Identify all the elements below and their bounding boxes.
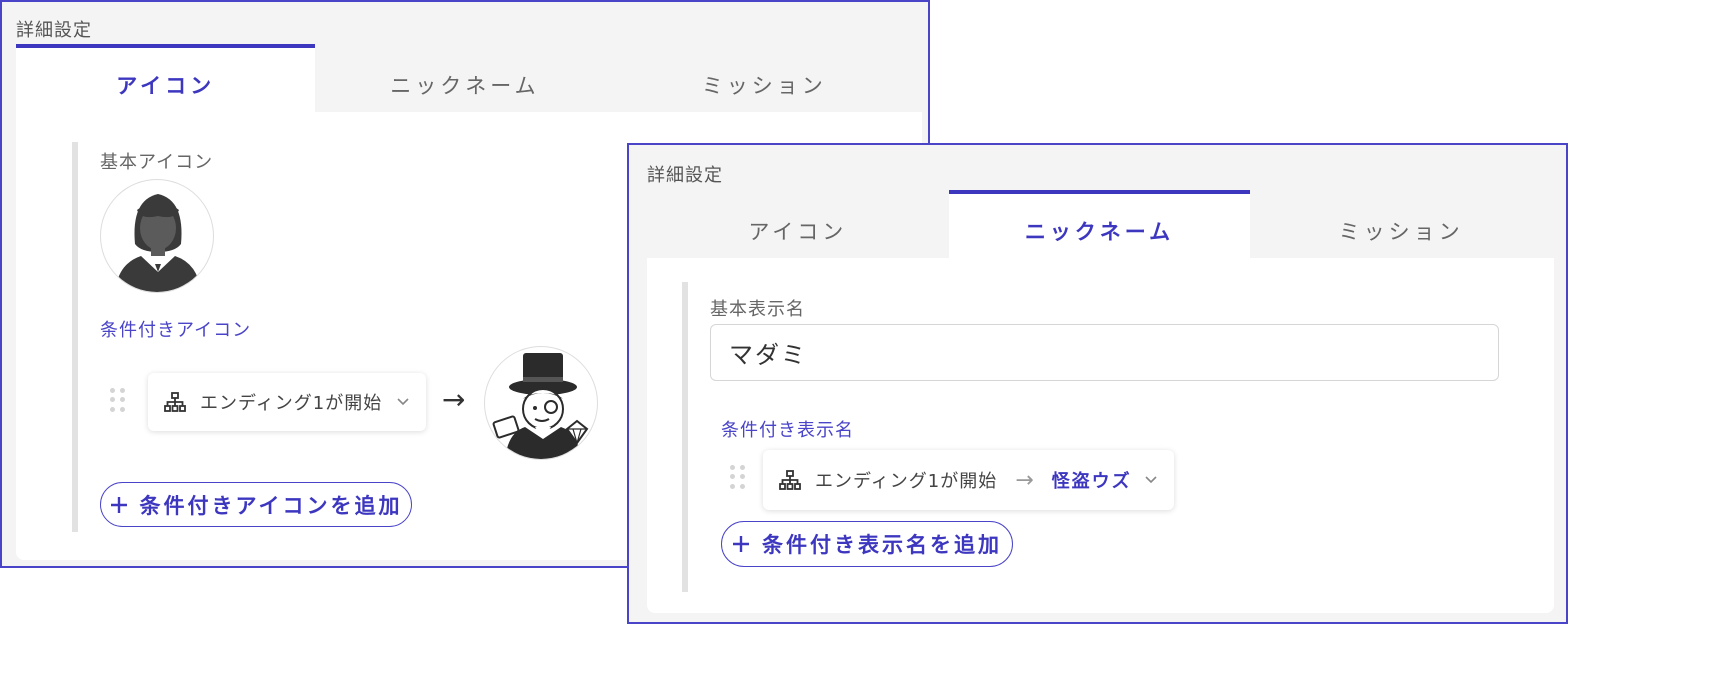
arrow-right-icon: → [442,383,466,416]
hierarchy-icon [779,470,801,490]
basic-icon-label: 基本アイコン [100,152,214,173]
drag-handle-icon[interactable] [730,465,746,489]
section-indent-bar [682,282,688,592]
conditional-icon-label: 条件付きアイコン [100,320,252,341]
section-indent-bar [72,142,78,532]
hierarchy-icon [164,392,186,412]
phantom-thief-icon [492,353,589,459]
add-conditional-icon-label: 条件付きアイコンを追加 [139,493,403,518]
details-panel-nickname: 詳細設定 アイコン ニックネーム ミッション 基本表示名 マダミ 条件付き表示名… [627,143,1568,624]
conditional-name-label: 条件付き表示名 [721,420,854,441]
tab-nickname[interactable]: ニックネーム [315,44,614,112]
tab-icon[interactable]: アイコン [16,44,316,112]
condition-select[interactable]: エンディング1が開始 [148,373,426,431]
add-conditional-name-label: 条件付き表示名を追加 [762,533,1002,557]
chevron-down-icon [1145,476,1157,484]
plus-icon [732,535,750,553]
tab-mission[interactable]: ミッション [1250,190,1552,258]
condition-text: エンディング1が開始 [200,393,383,414]
result-name: 怪盗ウズ [1051,471,1132,492]
tab-icon[interactable]: アイコン [647,190,949,258]
basic-name-label: 基本表示名 [710,299,805,320]
panel-title: 詳細設定 [647,165,723,186]
tab-mission[interactable]: ミッション [615,44,914,112]
chevron-down-icon [397,398,409,406]
basic-name-input[interactable]: マダミ [710,324,1499,381]
tab-bar: アイコン ニックネーム ミッション [647,190,1552,258]
panel-title: 詳細設定 [16,20,92,41]
tab-nickname[interactable]: ニックネーム [948,190,1251,258]
conditional-avatar[interactable] [484,346,598,460]
basic-avatar[interactable] [100,179,214,293]
add-conditional-name-button[interactable]: 条件付き表示名を追加 [721,521,1013,567]
condition-text: エンディング1が開始 [815,471,998,492]
plus-icon [110,496,128,514]
drag-handle-icon[interactable] [110,388,126,412]
basic-name-value: マダミ [729,341,807,369]
tab-bar: アイコン ニックネーム ミッション [16,44,914,112]
add-conditional-icon-button[interactable]: 条件付きアイコンを追加 [100,482,412,527]
woman-silhouette-icon [115,194,201,292]
condition-select[interactable]: エンディング1が開始 → 怪盗ウズ [763,450,1174,510]
arrow-right-icon: → [1015,467,1034,493]
